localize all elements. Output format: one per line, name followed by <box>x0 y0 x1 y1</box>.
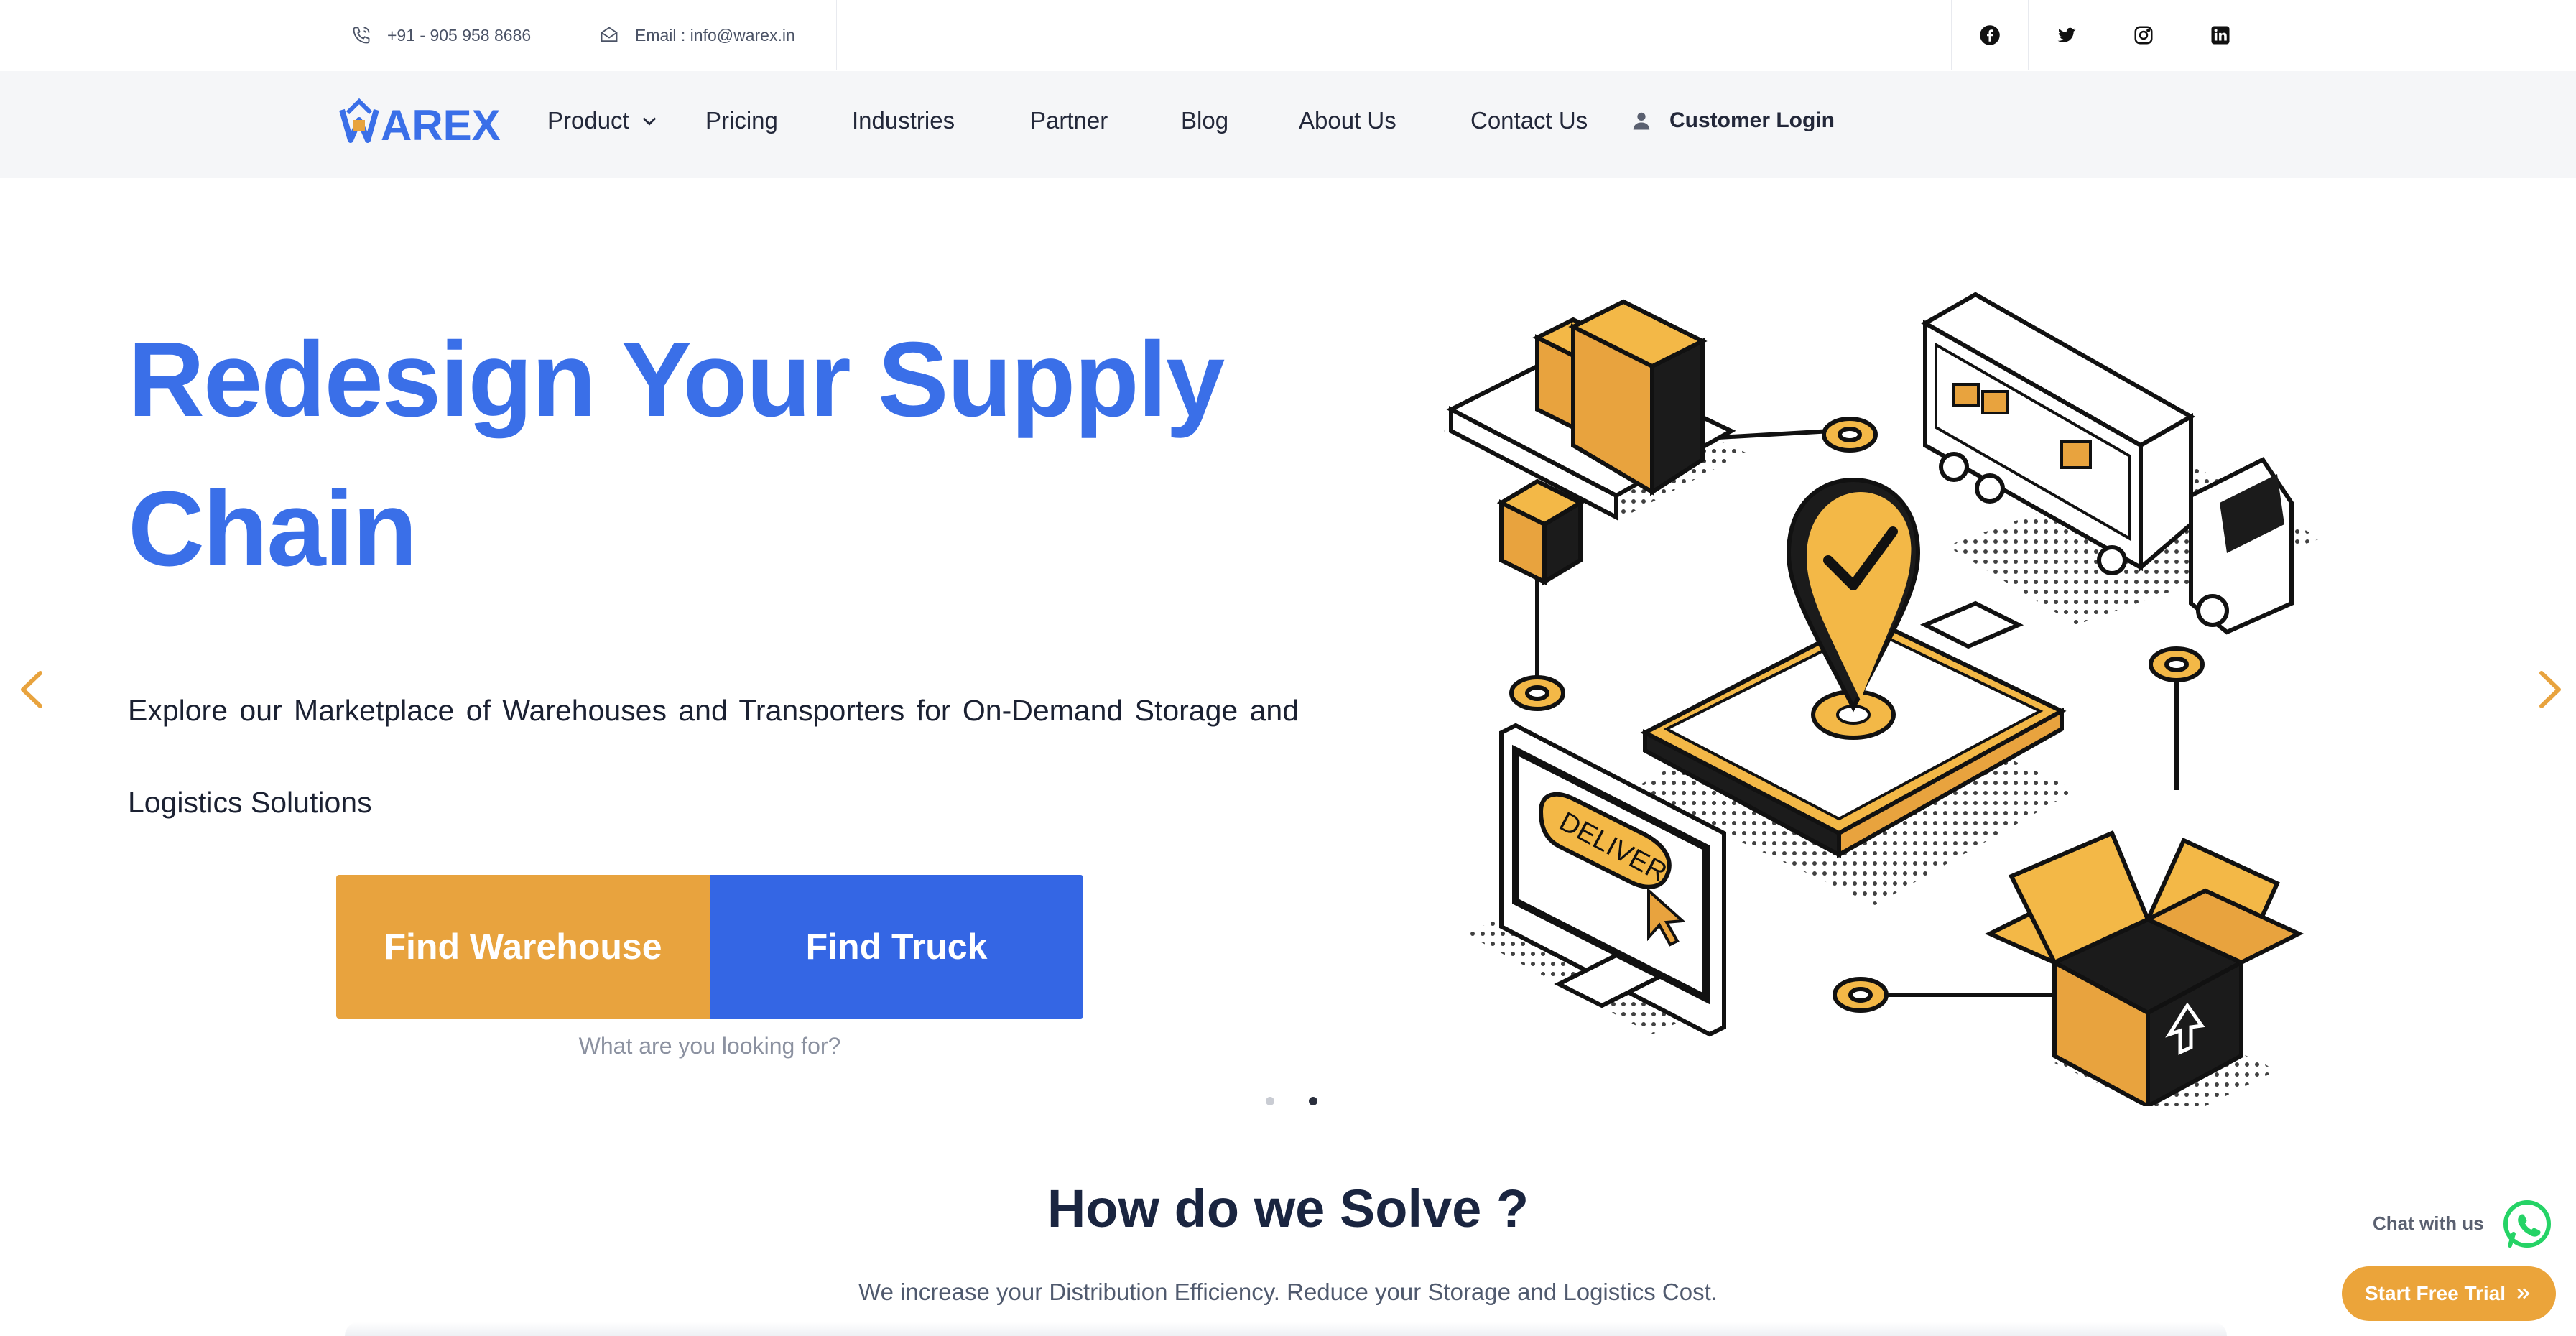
chat-with-us-label[interactable]: Chat with us <box>2373 1212 2484 1235</box>
facebook-icon <box>1980 25 2000 45</box>
instagram-icon <box>2134 26 2153 45</box>
top-contact-bar: +91 - 905 958 8686 Email : info@warex.in <box>0 0 2576 70</box>
supply-chain-illustration: DELIVER <box>1444 292 2320 1106</box>
open-box-icon <box>1984 830 2304 1106</box>
next-section-card-edge <box>345 1322 2227 1336</box>
carousel-next-arrow-icon[interactable] <box>2529 664 2572 715</box>
main-navigation: AREX Product Pricing Industries Partner … <box>0 71 2576 178</box>
phone-contact[interactable]: +91 - 905 958 8686 <box>325 0 573 70</box>
logo-text: AREX <box>381 101 501 147</box>
solve-subheading: We increase your Distribution Efficiency… <box>858 1279 1718 1305</box>
nav-blog[interactable]: Blog <box>1181 107 1228 134</box>
nav-industries[interactable]: Industries <box>852 107 955 134</box>
hero-title: Redesign Your Supply Chain <box>128 305 1349 604</box>
nav-product[interactable]: Product <box>547 107 659 134</box>
twitter-link[interactable] <box>2028 0 2105 70</box>
instagram-link[interactable] <box>2105 0 2182 70</box>
find-truck-button[interactable]: Find Truck <box>710 875 1083 1019</box>
hero-subtitle: Explore our Marketplace of Warehouses an… <box>128 694 1299 819</box>
twitter-icon <box>2057 27 2076 42</box>
find-warehouse-button[interactable]: Find Warehouse <box>336 875 710 1019</box>
nav-pricing[interactable]: Pricing <box>705 107 778 134</box>
mail-icon <box>601 27 618 42</box>
nav-about-us[interactable]: About Us <box>1299 107 1396 134</box>
email-contact[interactable]: Email : info@warex.in <box>573 0 837 70</box>
nav-partner[interactable]: Partner <box>1030 107 1108 134</box>
email-address: Email : info@warex.in <box>635 25 795 45</box>
customer-login-label: Customer Login <box>1669 108 1835 132</box>
chevron-down-icon <box>642 117 656 126</box>
nav-contact-us[interactable]: Contact Us <box>1470 107 1588 134</box>
solve-heading: How do we Solve ? <box>1047 1179 1529 1238</box>
carousel-dot-2-active[interactable] <box>1309 1097 1317 1105</box>
start-free-trial-button[interactable]: Start Free Trial <box>2342 1266 2556 1321</box>
start-free-trial-label: Start Free Trial <box>2364 1282 2506 1304</box>
phone-number: +91 - 905 958 8686 <box>387 25 532 45</box>
linkedin-icon <box>2211 26 2229 45</box>
carousel-prev-arrow-icon[interactable] <box>10 664 53 715</box>
user-icon <box>1633 112 1650 130</box>
carousel-dot-1[interactable] <box>1266 1097 1274 1105</box>
hero-title-line-1: Redesign Your Supply <box>128 320 1225 439</box>
double-chevron-right-icon <box>2517 1288 2530 1299</box>
nav-product-label: Product <box>547 107 629 134</box>
linkedin-link[interactable] <box>2182 0 2258 70</box>
hero-title-line-2: Chain <box>128 470 417 588</box>
phone-icon <box>353 27 370 44</box>
delivery-truck-icon <box>1920 292 2320 635</box>
cta-hint: What are you looking for? <box>578 1033 841 1059</box>
customer-login-link[interactable]: Customer Login <box>1631 108 1835 133</box>
facebook-link[interactable] <box>1951 0 2028 70</box>
warex-logo[interactable]: AREX <box>338 96 524 147</box>
pallet-boxes-icon <box>1444 299 1746 586</box>
whatsapp-icon[interactable] <box>2501 1198 2553 1250</box>
